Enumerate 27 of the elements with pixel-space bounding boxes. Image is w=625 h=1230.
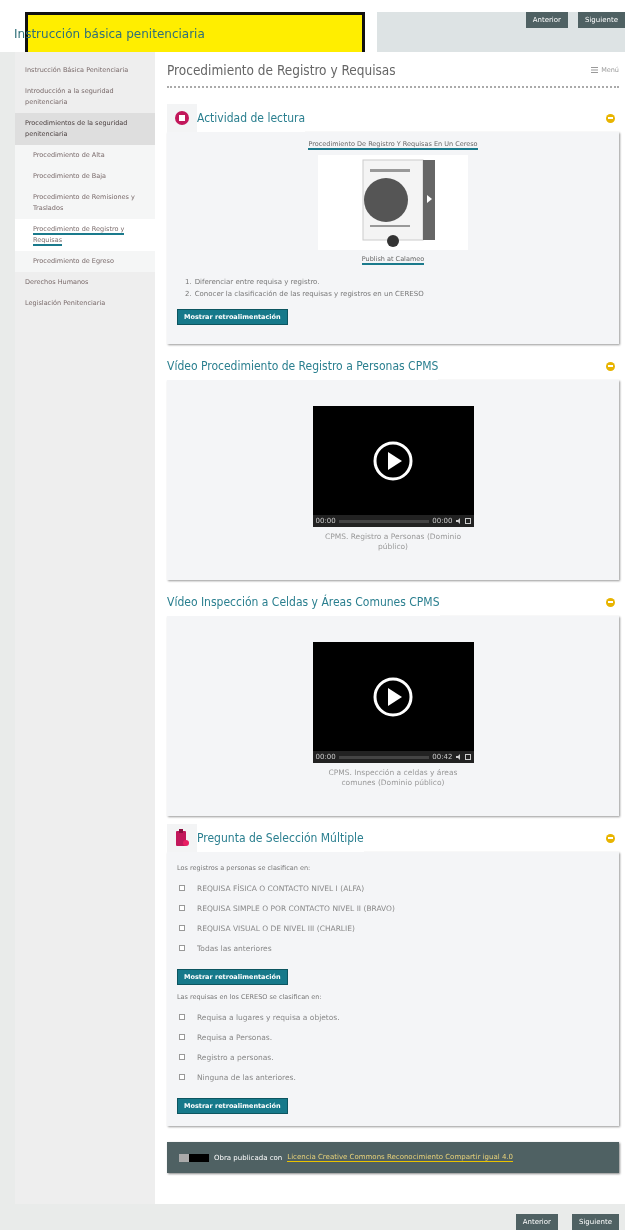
- collapse-icon[interactable]: [606, 597, 615, 607]
- menu-icon: [591, 67, 599, 73]
- volume-icon[interactable]: [455, 518, 462, 524]
- book-icon: [175, 111, 189, 125]
- checkbox[interactable]: [179, 945, 185, 951]
- collapse-icon[interactable]: [606, 113, 615, 123]
- section-title: Pregunta de Selección Múltiple: [197, 831, 364, 845]
- checkbox[interactable]: [179, 905, 185, 911]
- license-badge-icon: [179, 1153, 209, 1162]
- clipboard-icon: [175, 829, 189, 847]
- checkbox[interactable]: [179, 885, 185, 891]
- play-icon[interactable]: [373, 676, 413, 717]
- page-title: Procedimiento de Registro y Requisas: [167, 62, 396, 78]
- section-title: Actividad de lectura: [197, 111, 306, 125]
- section-title: Vídeo Procedimiento de Registro a Personas CPMS: [167, 359, 439, 373]
- checkbox[interactable]: [179, 1034, 185, 1040]
- play-icon[interactable]: [373, 440, 413, 481]
- collapse-icon[interactable]: [606, 833, 615, 843]
- section-title: Vídeo Inspección a Celdas y Áreas Comunes CPMS: [167, 595, 440, 609]
- fullscreen-icon[interactable]: [464, 518, 471, 524]
- checkbox[interactable]: [179, 925, 185, 931]
- fullscreen-icon[interactable]: [464, 754, 471, 760]
- volume-icon[interactable]: [455, 754, 462, 760]
- checkbox[interactable]: [179, 1054, 185, 1060]
- checkbox[interactable]: [179, 1074, 185, 1080]
- checkbox[interactable]: [179, 1014, 185, 1020]
- collapse-icon[interactable]: [606, 361, 615, 371]
